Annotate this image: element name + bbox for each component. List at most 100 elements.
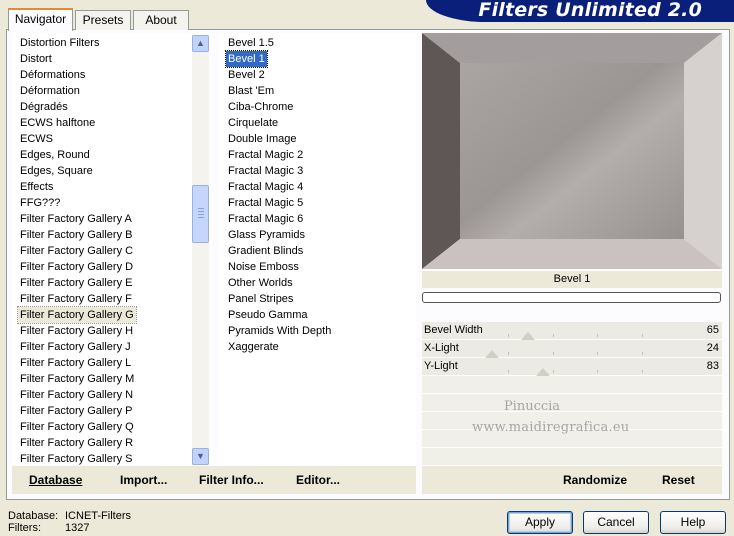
filter-item[interactable]: Pseudo Gamma bbox=[226, 307, 309, 323]
slider-thumb[interactable] bbox=[521, 332, 535, 340]
database-button[interactable]: Database bbox=[29, 473, 82, 487]
slider-tick bbox=[553, 352, 554, 355]
category-item[interactable]: ECWS bbox=[18, 131, 55, 147]
filter-info-button[interactable]: Filter Info... bbox=[199, 473, 264, 487]
filter-item[interactable]: Xaggerate bbox=[226, 339, 281, 355]
scroll-thumb[interactable] bbox=[192, 185, 209, 243]
category-item[interactable]: Filter Factory Gallery D bbox=[18, 259, 135, 275]
filter-item[interactable]: Bevel 2 bbox=[226, 67, 267, 83]
category-item[interactable]: Filter Factory Gallery S bbox=[18, 451, 134, 465]
import-button[interactable]: Import... bbox=[120, 473, 167, 487]
help-button[interactable]: Help bbox=[660, 511, 726, 534]
category-item[interactable]: Edges, Round bbox=[18, 147, 92, 163]
param-slider-row[interactable]: X-Light 24 bbox=[422, 340, 722, 358]
category-item[interactable]: Filter Factory Gallery H bbox=[18, 323, 135, 339]
current-filter-name: Bevel 1 bbox=[422, 271, 722, 288]
filter-item[interactable]: Cirquelate bbox=[226, 115, 280, 131]
category-item[interactable]: FFG??? bbox=[18, 195, 62, 211]
category-scrollbar[interactable]: ▲ ▼ bbox=[192, 35, 209, 465]
category-item[interactable]: Filter Factory Gallery G bbox=[17, 306, 137, 324]
category-item[interactable]: Filter Factory Gallery F bbox=[18, 291, 134, 307]
tab-navigator[interactable]: Navigator bbox=[8, 8, 73, 31]
filter-item[interactable]: Fractal Magic 3 bbox=[226, 163, 305, 179]
scroll-down-button[interactable]: ▼ bbox=[192, 448, 209, 465]
preview-image bbox=[422, 33, 722, 269]
slider-tick bbox=[642, 334, 643, 337]
filter-item[interactable]: Bevel 1.5 bbox=[226, 35, 276, 51]
filter-item[interactable]: Double Image bbox=[226, 131, 299, 147]
filter-item[interactable]: Gradient Blinds bbox=[226, 243, 305, 259]
tab-about[interactable]: About bbox=[133, 10, 189, 30]
parameter-panel: Bevel Width 65 X-Light 24 Y-Light 83 bbox=[422, 322, 722, 466]
filter-item[interactable]: Glass Pyramids bbox=[226, 227, 307, 243]
filter-item[interactable]: Noise Emboss bbox=[226, 259, 301, 275]
tab-presets[interactable]: Presets bbox=[75, 10, 131, 30]
category-item[interactable]: Filter Factory Gallery N bbox=[18, 387, 135, 403]
category-item[interactable]: Filter Factory Gallery M bbox=[18, 371, 136, 387]
filter-item[interactable]: Fractal Magic 2 bbox=[226, 147, 305, 163]
category-item[interactable]: Distort bbox=[18, 51, 54, 67]
bevel-left-face bbox=[422, 33, 460, 269]
slider-thumb[interactable] bbox=[536, 368, 550, 376]
database-key: Database: bbox=[8, 510, 59, 522]
randomize-button[interactable]: Randomize bbox=[563, 473, 627, 487]
category-item[interactable]: Filter Factory Gallery Q bbox=[18, 419, 136, 435]
bevel-bottom-face bbox=[422, 239, 722, 269]
param-label: Y-Light bbox=[424, 360, 458, 372]
filter-item[interactable]: Other Worlds bbox=[226, 275, 295, 291]
category-item[interactable]: Filter Factory Gallery E bbox=[18, 275, 134, 291]
reset-button[interactable]: Reset bbox=[662, 473, 695, 487]
slider-tick bbox=[508, 334, 509, 337]
filter-item[interactable]: Bevel 1 bbox=[225, 50, 268, 68]
slider-track[interactable] bbox=[464, 322, 686, 340]
category-item[interactable]: ECWS halftone bbox=[18, 115, 97, 131]
category-item[interactable]: Distortion Filters bbox=[18, 35, 101, 51]
category-item[interactable]: Filter Factory Gallery J bbox=[18, 339, 133, 355]
title-banner: Filters Unlimited 2.0 bbox=[426, 0, 734, 22]
category-item[interactable]: Edges, Square bbox=[18, 163, 95, 179]
slider-thumb[interactable] bbox=[485, 350, 499, 358]
category-item[interactable]: Déformations bbox=[18, 67, 87, 83]
watermark-line-1: Pinuccia bbox=[503, 399, 561, 414]
database-info: Database: ICNET-Filters Filters: 1327 bbox=[8, 510, 131, 534]
filter-item[interactable]: Blast 'Em bbox=[226, 83, 276, 99]
left-toolbar: Database Import... Filter Info... Editor… bbox=[12, 466, 416, 494]
filter-info-label: Filter Info... bbox=[199, 473, 264, 487]
filter-item[interactable]: Fractal Magic 5 bbox=[226, 195, 305, 211]
param-slider-row[interactable]: Bevel Width 65 bbox=[422, 322, 722, 340]
category-item[interactable]: Déformation bbox=[18, 83, 82, 99]
database-value: ICNET-Filters bbox=[65, 510, 131, 522]
filter-item[interactable]: Panel Stripes bbox=[226, 291, 295, 307]
slider-tick bbox=[553, 370, 554, 373]
filter-item[interactable]: Pyramids With Depth bbox=[226, 323, 333, 339]
filter-item[interactable]: Fractal Magic 6 bbox=[226, 211, 305, 227]
category-list[interactable]: Distortion Filters Distort Déformations Déf… bbox=[12, 33, 212, 465]
scroll-up-button[interactable]: ▲ bbox=[192, 35, 209, 52]
slider-tick bbox=[597, 352, 598, 355]
slider-track[interactable] bbox=[464, 340, 686, 358]
category-item[interactable]: Filter Factory Gallery A bbox=[18, 211, 134, 227]
param-value: 65 bbox=[706, 324, 719, 336]
slider-tick bbox=[508, 370, 509, 373]
category-item[interactable]: Filter Factory Gallery C bbox=[18, 243, 135, 259]
editor-label: Editor... bbox=[296, 473, 341, 487]
filter-item[interactable]: Ciba-Chrome bbox=[226, 99, 295, 115]
filter-item[interactable]: Fractal Magic 4 bbox=[226, 179, 305, 195]
slider-track[interactable] bbox=[464, 358, 686, 376]
slider-tick bbox=[642, 352, 643, 355]
slider-tick bbox=[597, 370, 598, 373]
param-slider-row[interactable]: Y-Light 83 bbox=[422, 358, 722, 376]
category-item[interactable]: Filter Factory Gallery L bbox=[18, 355, 133, 371]
cancel-button[interactable]: Cancel bbox=[583, 511, 649, 534]
category-item[interactable]: Effects bbox=[18, 179, 55, 195]
filters-count: 1327 bbox=[65, 522, 90, 534]
apply-button[interactable]: Apply bbox=[507, 511, 573, 534]
category-item[interactable]: Filter Factory Gallery P bbox=[18, 403, 134, 419]
slider-tick bbox=[553, 334, 554, 337]
category-item[interactable]: Dégradés bbox=[18, 99, 70, 115]
category-item[interactable]: Filter Factory Gallery R bbox=[18, 435, 135, 451]
bevel-center-face bbox=[460, 63, 684, 239]
filter-list[interactable]: Bevel 1.5 Bevel 1 Bevel 2 Blast 'Em Ciba-Chr… bbox=[218, 33, 416, 465]
category-item[interactable]: Filter Factory Gallery B bbox=[18, 227, 134, 243]
editor-button[interactable]: Editor... bbox=[296, 473, 340, 487]
